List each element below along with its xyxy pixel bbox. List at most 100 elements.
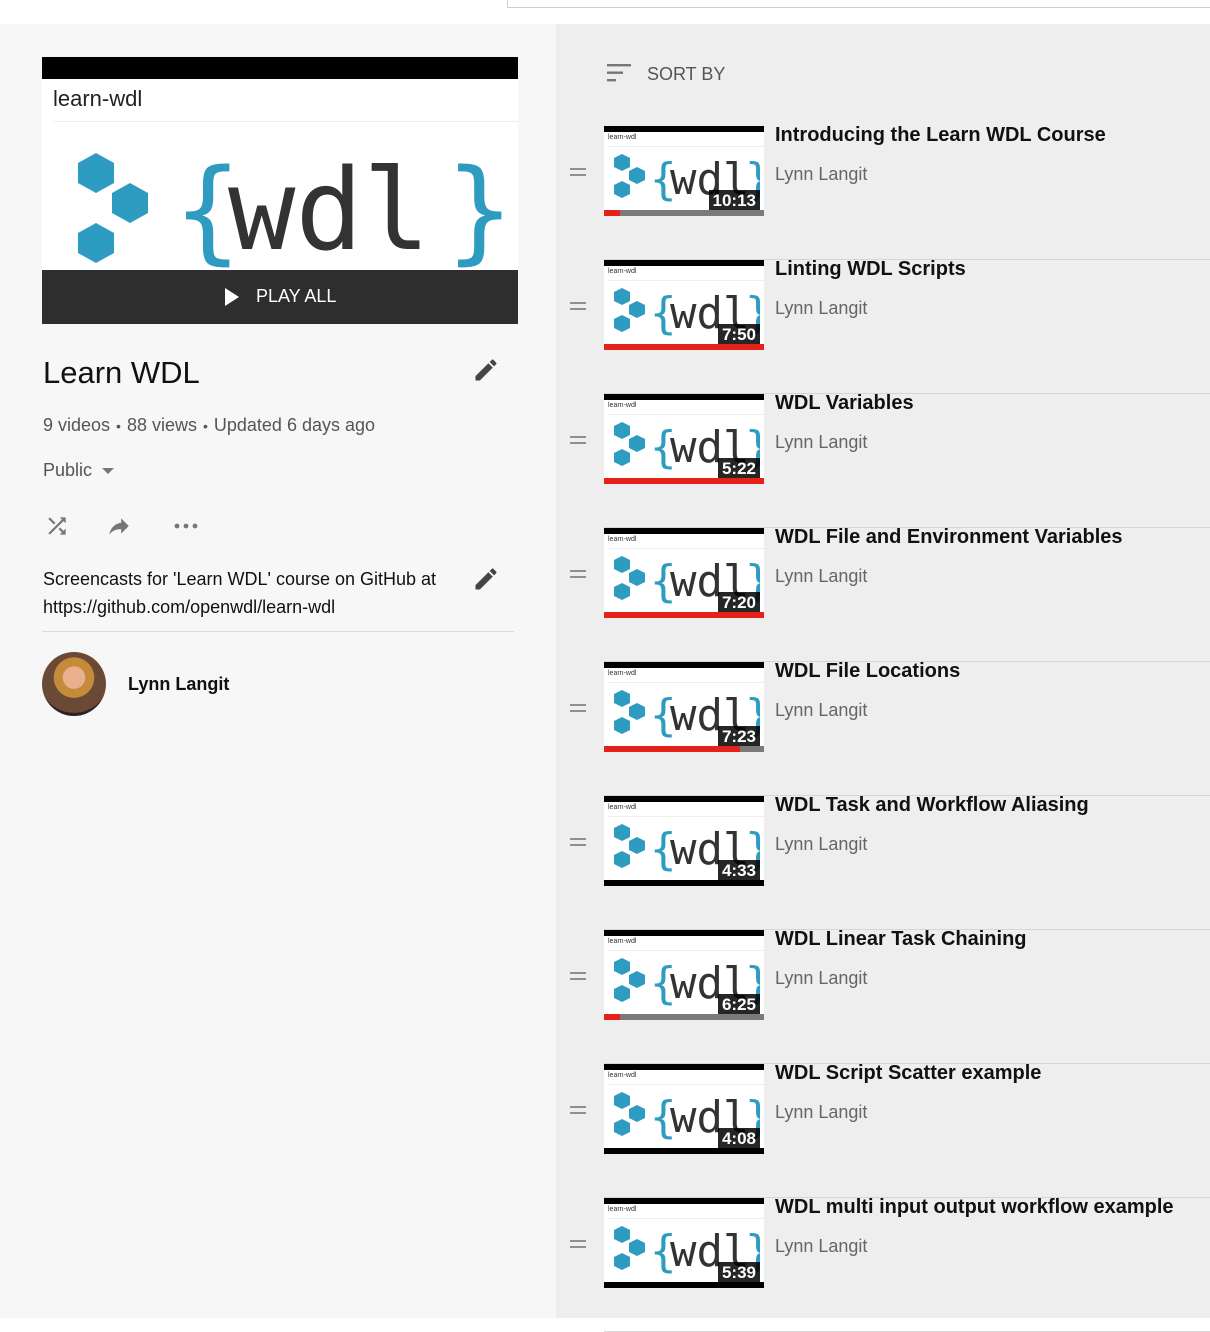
thumbnail-caption: learn-wdl — [608, 1206, 637, 1213]
drag-handle-icon[interactable] — [570, 704, 586, 716]
divider — [42, 631, 514, 632]
duration-badge: 6:25 — [717, 994, 760, 1015]
video-title[interactable]: WDL File Locations — [775, 660, 960, 683]
thumbnail-caption: learn-wdl — [608, 536, 637, 543]
video-thumbnail[interactable]: learn-wdl { wdl } 7:50 — [604, 260, 764, 350]
playlist-video-row[interactable]: learn-wdl { wdl } 10:13 Introducing the … — [556, 124, 1210, 260]
playlist-stats: 9 videos • 88 views • Updated 6 days ago — [43, 415, 376, 435]
duration-badge: 7:50 — [717, 324, 760, 345]
view-count: 88 views — [126, 415, 197, 435]
thumbnail-caption: learn-wdl — [608, 1072, 637, 1079]
video-title[interactable]: WDL File and Environment Variables — [775, 526, 1123, 549]
video-title[interactable]: Linting WDL Scripts — [775, 258, 966, 281]
video-thumbnail[interactable]: learn-wdl { wdl } 6:25 — [604, 930, 764, 1020]
share-icon[interactable] — [105, 513, 133, 544]
svg-text:wdl: wdl — [228, 149, 430, 269]
drag-handle-icon[interactable] — [570, 838, 586, 850]
playlist-sidebar: learn-wdl { wdl } PLAY ALL Learn WDL 9 v… — [0, 24, 556, 1318]
sort-icon — [607, 64, 631, 82]
playlist-thumbnail[interactable]: learn-wdl { wdl } PLAY ALL — [42, 57, 518, 324]
video-thumbnail[interactable]: learn-wdl { wdl } 7:20 — [604, 528, 764, 618]
thumbnail-caption: learn-wdl — [53, 86, 143, 111]
thumbnail-caption: learn-wdl — [608, 938, 637, 945]
drag-handle-icon[interactable] — [570, 302, 586, 314]
drag-handle-icon[interactable] — [570, 436, 586, 448]
duration-badge: 7:23 — [717, 726, 760, 747]
video-title[interactable]: WDL multi input output workflow example — [775, 1196, 1174, 1219]
shuffle-icon[interactable] — [44, 513, 70, 544]
video-title[interactable]: Introducing the Learn WDL Course — [775, 124, 1106, 147]
playlist-title: Learn WDL — [43, 355, 200, 390]
privacy-value: Public — [43, 460, 93, 480]
duration-badge: 4:08 — [717, 1128, 760, 1149]
video-title[interactable]: WDL Script Scatter example — [775, 1062, 1041, 1085]
thumbnail-caption: learn-wdl — [608, 670, 637, 677]
video-thumbnail[interactable]: learn-wdl { wdl } 4:08 — [604, 1064, 764, 1154]
duration-badge: 10:13 — [708, 190, 760, 211]
watch-progress-bar — [604, 210, 764, 216]
playlist-video-row[interactable]: learn-wdl { wdl } 7:20 WDL File and Envi… — [556, 526, 1210, 662]
sort-by-label: SORT BY — [647, 64, 726, 84]
playlist-description: Screencasts for 'Learn WDL' course on Gi… — [43, 569, 437, 617]
pencil-icon[interactable] — [472, 565, 500, 598]
svg-text:}: } — [446, 149, 513, 269]
playlist-video-row[interactable]: learn-wdl { wdl } 4:33 WDL Task and Work… — [556, 794, 1210, 930]
thumbnail-caption: learn-wdl — [608, 804, 637, 811]
drag-handle-icon[interactable] — [570, 1240, 586, 1252]
video-owner[interactable]: Lynn Langit — [775, 700, 867, 721]
thumbnail-caption: learn-wdl — [608, 402, 637, 409]
play-icon — [225, 288, 239, 306]
playlist-video-row[interactable]: learn-wdl { wdl } 7:23 WDL File Location… — [556, 660, 1210, 796]
play-all-button[interactable]: PLAY ALL — [42, 270, 518, 324]
top-bar — [0, 0, 1210, 24]
drag-handle-icon[interactable] — [570, 1106, 586, 1118]
updated-text: Updated 6 days ago — [213, 415, 376, 435]
video-owner[interactable]: Lynn Langit — [775, 834, 867, 855]
watch-progress-bar — [604, 612, 764, 618]
thumbnail-caption: learn-wdl — [608, 134, 637, 141]
thumbnail-caption: learn-wdl — [608, 268, 637, 275]
video-thumbnail[interactable]: learn-wdl { wdl } 5:39 — [604, 1198, 764, 1288]
video-title[interactable]: WDL Task and Workflow Aliasing — [775, 794, 1089, 817]
more-horiz-icon[interactable] — [172, 513, 200, 544]
video-title[interactable]: WDL Linear Task Chaining — [775, 928, 1027, 951]
video-owner[interactable]: Lynn Langit — [775, 298, 867, 319]
duration-badge: 4:33 — [717, 860, 760, 881]
playlist-video-row[interactable]: learn-wdl { wdl } 4:08 WDL Script Scatte… — [556, 1062, 1210, 1198]
wdl-logo: { wdl } — [78, 149, 513, 269]
drag-handle-icon[interactable] — [570, 972, 586, 984]
watch-progress-bar — [604, 1014, 764, 1020]
video-owner[interactable]: Lynn Langit — [775, 1102, 867, 1123]
video-owner[interactable]: Lynn Langit — [775, 164, 867, 185]
video-title[interactable]: WDL Variables — [775, 392, 914, 415]
pencil-icon[interactable] — [472, 356, 500, 389]
watch-progress-bar — [604, 478, 764, 484]
playlist-video-row[interactable]: learn-wdl { wdl } 6:25 WDL Linear Task C… — [556, 928, 1210, 1064]
video-owner[interactable]: Lynn Langit — [775, 432, 867, 453]
search-box-edge[interactable] — [507, 0, 1210, 8]
sort-by-button[interactable]: SORT BY — [606, 60, 725, 86]
video-owner[interactable]: Lynn Langit — [775, 968, 867, 989]
duration-badge: 7:20 — [717, 592, 760, 613]
privacy-dropdown[interactable]: Public — [43, 460, 115, 481]
video-thumbnail[interactable]: learn-wdl { wdl } 7:23 — [604, 662, 764, 752]
playlist-video-row[interactable]: learn-wdl { wdl } 5:22 WDL Variables Lyn… — [556, 392, 1210, 528]
video-thumbnail[interactable]: learn-wdl { wdl } 5:22 — [604, 394, 764, 484]
drag-handle-icon[interactable] — [570, 570, 586, 582]
owner-name[interactable]: Lynn Langit — [128, 674, 229, 695]
playlist-video-row[interactable]: learn-wdl { wdl } 5:39 WDL multi input o… — [556, 1196, 1210, 1332]
watch-progress-bar — [604, 344, 764, 350]
video-thumbnail[interactable]: learn-wdl { wdl } 4:33 — [604, 796, 764, 886]
video-owner[interactable]: Lynn Langit — [775, 566, 867, 587]
caret-down-icon — [102, 468, 115, 475]
duration-badge: 5:39 — [717, 1262, 760, 1283]
playlist-video-list: SORT BY learn-wdl { wdl } 10:13 Introduc… — [556, 24, 1210, 1332]
drag-handle-icon[interactable] — [570, 168, 586, 180]
video-count: 9 videos — [43, 415, 111, 435]
watch-progress-bar — [604, 746, 764, 752]
play-all-label: PLAY ALL — [256, 286, 337, 306]
video-owner[interactable]: Lynn Langit — [775, 1236, 867, 1257]
avatar[interactable] — [42, 652, 106, 716]
playlist-video-row[interactable]: learn-wdl { wdl } 7:50 Linting WDL Scrip… — [556, 258, 1210, 394]
video-thumbnail[interactable]: learn-wdl { wdl } 10:13 — [604, 126, 764, 216]
